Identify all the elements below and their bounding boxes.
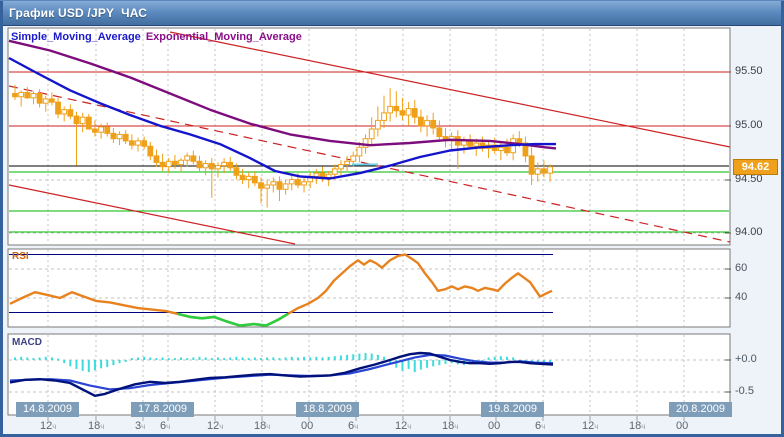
indicator-legend: Simple_Moving_Average Exponential_Moving_…: [11, 31, 302, 43]
hour-tick-label: 3ч: [135, 420, 145, 432]
rsi-axis-label: 40: [735, 291, 747, 303]
window-title: График USD /JPY ЧАС: [0, 6, 147, 20]
legend-sma-label: Simple_Moving_Average: [11, 31, 141, 43]
legend-ema-label: Exponential_Moving_Average: [146, 31, 302, 43]
date-box: 18.8.2009: [296, 402, 359, 417]
hour-tick-label: 12ч: [395, 420, 411, 432]
hour-tick-label: 12ч: [207, 420, 223, 432]
hour-tick-label: 18ч: [88, 420, 104, 432]
price-axis-label: 94.00: [735, 226, 763, 238]
hour-tick-label: 18ч: [629, 420, 645, 432]
hour-tick-label: 18ч: [442, 420, 458, 432]
price-axis-label: 95.00: [735, 119, 763, 131]
date-box: 17.8.2009: [131, 402, 194, 417]
price-chart-canvas[interactable]: [0, 1, 784, 437]
macd-axis-label: -0.5: [735, 385, 754, 397]
macd-panel-label: MACD: [12, 337, 42, 348]
title-bar[interactable]: График USD /JPY ЧАС: [0, 1, 784, 26]
hour-tick-label: 18ч: [254, 420, 270, 432]
rsi-axis-label: 60: [735, 262, 747, 274]
hour-tick-label: 12ч: [582, 420, 598, 432]
date-box: 20.8.2009: [669, 402, 732, 417]
hour-tick-label: 6ч: [160, 420, 170, 432]
rsi-panel-label: RSI: [12, 251, 29, 262]
hour-tick-label: 12ч: [40, 420, 56, 432]
current-price-tag: 94.62: [733, 159, 778, 175]
hour-tick-label: 00: [301, 420, 313, 432]
date-box: 19.8.2009: [481, 402, 544, 417]
chart-window: График USD /JPY ЧАС ?❚❚─▢✕ Simple_Moving…: [0, 0, 784, 437]
hour-tick-label: 00: [488, 420, 500, 432]
date-box: 14.8.2009: [16, 402, 79, 417]
macd-axis-label: +0.0: [735, 353, 757, 365]
hour-tick-label: 6ч: [535, 420, 545, 432]
hour-tick-label: 00: [676, 420, 688, 432]
hour-tick-label: 6ч: [348, 420, 358, 432]
price-axis-label: 95.50: [735, 65, 763, 77]
